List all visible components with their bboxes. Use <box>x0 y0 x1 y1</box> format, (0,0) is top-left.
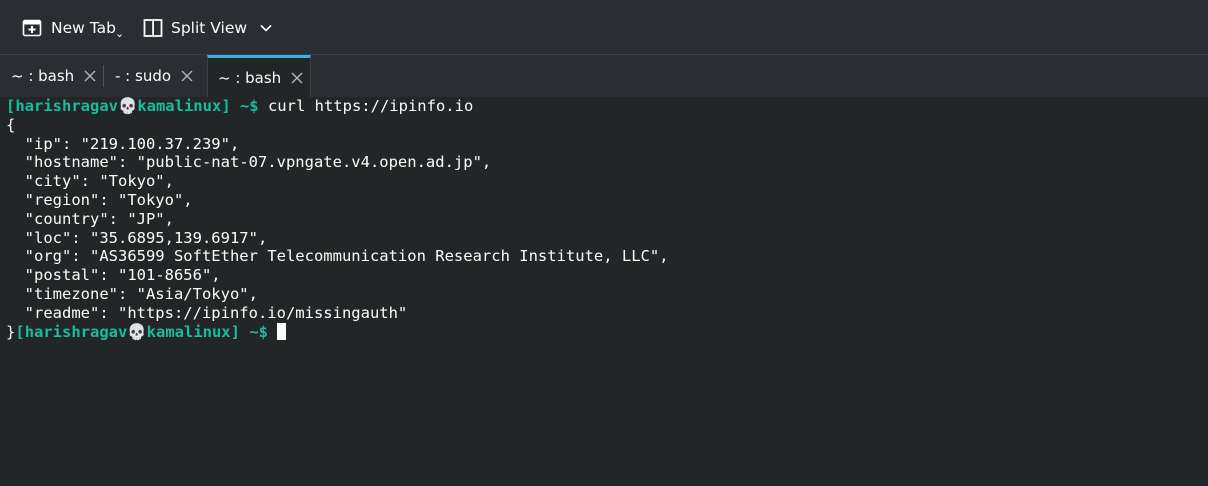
new-tab-button[interactable]: New Tab ⌄ <box>22 13 124 43</box>
prompt-user: harishragav <box>15 97 118 115</box>
tab-bar: ~ : bash - : sudo ~ : bash <box>0 55 1208 97</box>
new-tab-icon <box>22 19 42 37</box>
output-line: "postal": "101-8656", <box>6 266 221 285</box>
output-line: "country": "JP", <box>6 209 174 228</box>
output-closing-brace: } <box>6 322 16 341</box>
split-view-icon <box>143 19 163 37</box>
prompt-close: ] ~$ <box>230 322 268 341</box>
close-icon[interactable] <box>290 71 304 85</box>
skull-icon: 💀 <box>127 322 147 341</box>
output-line: { <box>6 115 16 134</box>
output-line: "region": "Tokyo", <box>6 190 193 209</box>
output-line: "timezone": "Asia/Tokyo", <box>6 284 258 303</box>
close-icon[interactable] <box>180 69 194 83</box>
output-line: "hostname": "public-nat-07.vpngate.v4.op… <box>6 153 492 172</box>
prompt-close: ] ~$ <box>221 97 259 115</box>
prompt-open: [ <box>6 97 16 115</box>
close-icon[interactable] <box>83 69 97 83</box>
tab-label: ~ : bash <box>218 68 282 87</box>
new-tab-menu-caret-icon[interactable]: ⌄ <box>115 27 124 40</box>
prompt-user: harishragav <box>24 322 128 341</box>
toolbar: New Tab ⌄ Split View <box>0 0 1208 55</box>
output-line: "org": "AS36599 SoftEther Telecommunicat… <box>6 247 669 266</box>
tab-label: - : sudo <box>115 67 172 85</box>
current-prompt-line: }[harishragav💀kamalinux] ~$ <box>6 322 1208 342</box>
chevron-down-icon[interactable] <box>259 21 273 35</box>
new-tab-label: New Tab <box>51 19 116 37</box>
split-view-button[interactable]: Split View <box>143 13 273 43</box>
text-cursor <box>277 322 287 340</box>
skull-icon: 💀 <box>118 97 138 115</box>
prompt-host: kamalinux <box>146 322 231 341</box>
tab-bash-active[interactable]: ~ : bash <box>207 55 311 97</box>
terminal-view[interactable]: [harishragav💀kamalinux] ~$ curl https://… <box>0 97 1208 486</box>
output-line: "loc": "35.6895,139.6917", <box>6 228 268 247</box>
command-text: curl https://ipinfo.io <box>258 97 474 115</box>
output-line: "city": "Tokyo", <box>6 172 174 191</box>
output-line: "ip": "219.100.37.239", <box>6 134 240 153</box>
output-line: "readme": "https://ipinfo.io/missingauth… <box>6 303 408 322</box>
tab-sudo[interactable]: - : sudo <box>104 55 207 97</box>
command-line: [harishragav💀kamalinux] ~$ curl https://… <box>6 97 1208 116</box>
prompt-host: kamalinux <box>137 97 222 115</box>
split-view-label: Split View <box>171 19 248 37</box>
prompt-open: [ <box>15 322 25 341</box>
tab-label: ~ : bash <box>11 67 75 85</box>
tab-bash-1[interactable]: ~ : bash <box>0 55 103 97</box>
